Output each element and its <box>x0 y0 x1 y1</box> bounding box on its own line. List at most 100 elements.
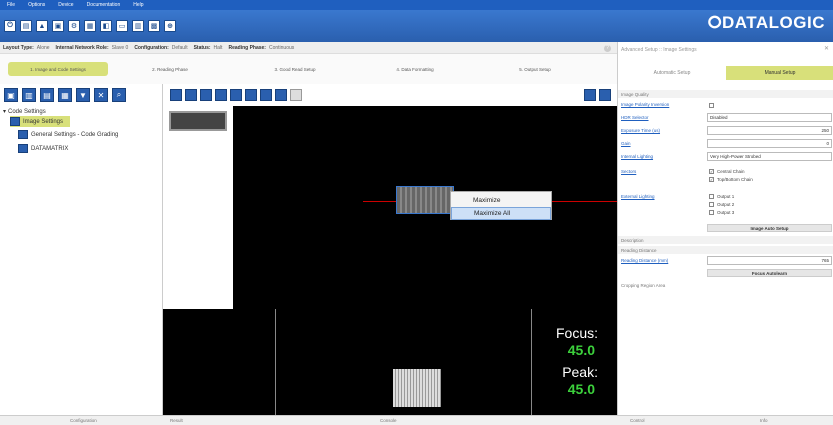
menu-bar: File Options Device Documentation Help <box>0 0 833 10</box>
thumbnail-strip <box>163 106 233 309</box>
param-label-reading-distance[interactable]: Reading Distance (mm) <box>621 258 668 263</box>
menu-documentation[interactable]: Documentation <box>87 2 121 8</box>
menu-item-maximize[interactable]: Maximize <box>451 194 551 207</box>
focus-autolearn-button[interactable]: Focus Autolearn <box>707 269 832 277</box>
save-config-icon[interactable]: ▣ <box>4 88 18 102</box>
capture-icon[interactable]: ▦ <box>84 20 96 32</box>
image-settings-icon <box>10 117 20 126</box>
lighting-select[interactable]: Very High-Power Strobed <box>707 152 832 161</box>
polarity-checkbox[interactable] <box>709 103 714 108</box>
help-icon[interactable]: ? <box>604 45 611 52</box>
tree-item-label: DATAMATRIX <box>31 145 69 152</box>
open-icon[interactable]: ▤ <box>20 20 32 32</box>
menu-device[interactable]: Device <box>58 2 73 8</box>
code-roi-window[interactable] <box>396 186 454 214</box>
output2-checkbox[interactable] <box>709 202 714 207</box>
stop-icon[interactable] <box>185 89 197 101</box>
param-label-polarity[interactable]: Image Polarity Inversion <box>621 102 669 107</box>
copy-icon[interactable]: ▦ <box>58 88 72 102</box>
tree-item-label: General Settings - Code Grading <box>31 131 119 138</box>
section-image-quality: Image Quality <box>618 90 833 98</box>
zoom-in-icon[interactable] <box>200 89 212 101</box>
menu-options[interactable]: Options <box>28 2 45 8</box>
tab-manual-setup[interactable]: Manual Setup <box>726 66 833 80</box>
save-icon[interactable]: ▲ <box>36 20 48 32</box>
param-label-gain[interactable]: Gain <box>621 141 631 146</box>
image-auto-setup-button[interactable]: Image Auto Setup <box>707 224 832 232</box>
play-icon[interactable] <box>584 89 596 101</box>
param-label-lighting[interactable]: Internal Lighting <box>621 154 653 159</box>
network-icon[interactable]: ⊕ <box>164 20 176 32</box>
add-icon[interactable]: ▤ <box>40 88 54 102</box>
graph-marker-left <box>275 309 276 415</box>
filter-icon[interactable]: ▼ <box>76 88 90 102</box>
layout-type-value: Alone <box>36 44 50 51</box>
reading-distance-input[interactable]: 765 <box>707 256 832 265</box>
image-thumbnail[interactable] <box>169 111 227 131</box>
bottom-tabs: Configuration Result Console Control Inf… <box>0 415 833 425</box>
param-label-sectors[interactable]: Sectors <box>621 169 636 174</box>
tree-item-datamatrix[interactable]: DATAMATRIX <box>18 143 68 154</box>
compare-icon[interactable]: ▩ <box>148 20 160 32</box>
close-icon[interactable]: ✕ <box>824 45 829 52</box>
settings-icon[interactable]: ⚙ <box>68 20 80 32</box>
menu-help[interactable]: Help <box>133 2 143 8</box>
output3-checkbox[interactable] <box>709 210 714 215</box>
step-image-code-settings[interactable]: 1. Image and Code Settings <box>8 62 108 76</box>
pause-icon[interactable] <box>170 89 182 101</box>
sector-central-checkbox[interactable]: ✓ <box>709 169 714 174</box>
tree-item-general-settings[interactable]: General Settings - Code Grading <box>18 129 118 140</box>
save-image-icon[interactable] <box>245 89 257 101</box>
tab-control[interactable]: Control <box>630 418 645 423</box>
step-forward-icon[interactable] <box>599 89 611 101</box>
step-reading-phase[interactable]: 2. Reading Phase <box>130 62 210 76</box>
delete-icon[interactable]: ✕ <box>94 88 108 102</box>
tree-item-label: Image Settings <box>23 118 64 125</box>
exposure-input[interactable]: 250 <box>707 126 832 135</box>
step-data-formatting[interactable]: 4. Data Formatting <box>370 62 460 76</box>
statistics-icon[interactable]: ▥ <box>132 20 144 32</box>
status-value: Halt <box>213 44 223 51</box>
section-description: Description <box>618 236 833 244</box>
grid-icon[interactable] <box>290 89 302 101</box>
param-label-exposure[interactable]: Exposure Time (us) <box>621 128 660 133</box>
tree-item-image-settings[interactable]: Image Settings <box>10 116 70 127</box>
hdr-select[interactable]: Disabled <box>707 113 832 122</box>
tab-configuration[interactable]: Configuration <box>70 418 97 423</box>
graph-histogram <box>393 369 441 407</box>
tab-console[interactable]: Console <box>380 418 397 423</box>
param-label-external-lighting[interactable]: External Lighting <box>621 194 655 199</box>
step-good-read-setup[interactable]: 3. Good Read Setup <box>250 62 340 76</box>
step-output-setup[interactable]: 5. Output Setup <box>490 62 580 76</box>
tab-info[interactable]: Info <box>760 418 768 423</box>
tab-automatic-setup[interactable]: Automatic Setup <box>618 66 726 80</box>
window-icon[interactable] <box>275 89 287 101</box>
check-icon[interactable] <box>260 89 272 101</box>
zoom-fit-icon[interactable] <box>230 89 242 101</box>
sector-topbottom-checkbox[interactable]: ✓ <box>709 177 714 182</box>
param-label-hdr[interactable]: HDR Selector <box>621 115 649 120</box>
columns-icon[interactable]: ▥ <box>22 88 36 102</box>
output1-checkbox[interactable] <box>709 194 714 199</box>
sector-central-label: Central Chain <box>717 169 745 174</box>
output3-label: Output 3 <box>717 210 735 215</box>
search-icon[interactable]: ⌕ <box>112 88 126 102</box>
menu-file[interactable]: File <box>7 2 15 8</box>
image-view[interactable]: Maximize Maximize All <box>163 106 617 309</box>
gain-input[interactable]: 0 <box>707 139 832 148</box>
collapse-icon: ▾ <box>3 109 7 115</box>
monitor-icon[interactable]: ◧ <box>100 20 112 32</box>
layout-type-label: Layout Type: <box>3 44 34 51</box>
status-line: Layout Type: Alone Internal Network Role… <box>0 42 617 54</box>
tab-result[interactable]: Result <box>170 418 183 423</box>
connect-icon[interactable]: ⏻ <box>4 20 16 32</box>
view-icon[interactable]: ▭ <box>116 20 128 32</box>
device-icon[interactable]: ▣ <box>52 20 64 32</box>
network-role-label: Internal Network Role: <box>55 44 109 51</box>
status-label: Status: <box>193 44 211 51</box>
reading-phase-label: Reading Phase: <box>228 44 266 51</box>
image-toolbar <box>163 84 617 106</box>
zoom-out-icon[interactable] <box>215 89 227 101</box>
datalogic-logo: ⭘DATALOGIC <box>707 13 825 32</box>
menu-item-maximize-all[interactable]: Maximize All <box>451 207 551 220</box>
